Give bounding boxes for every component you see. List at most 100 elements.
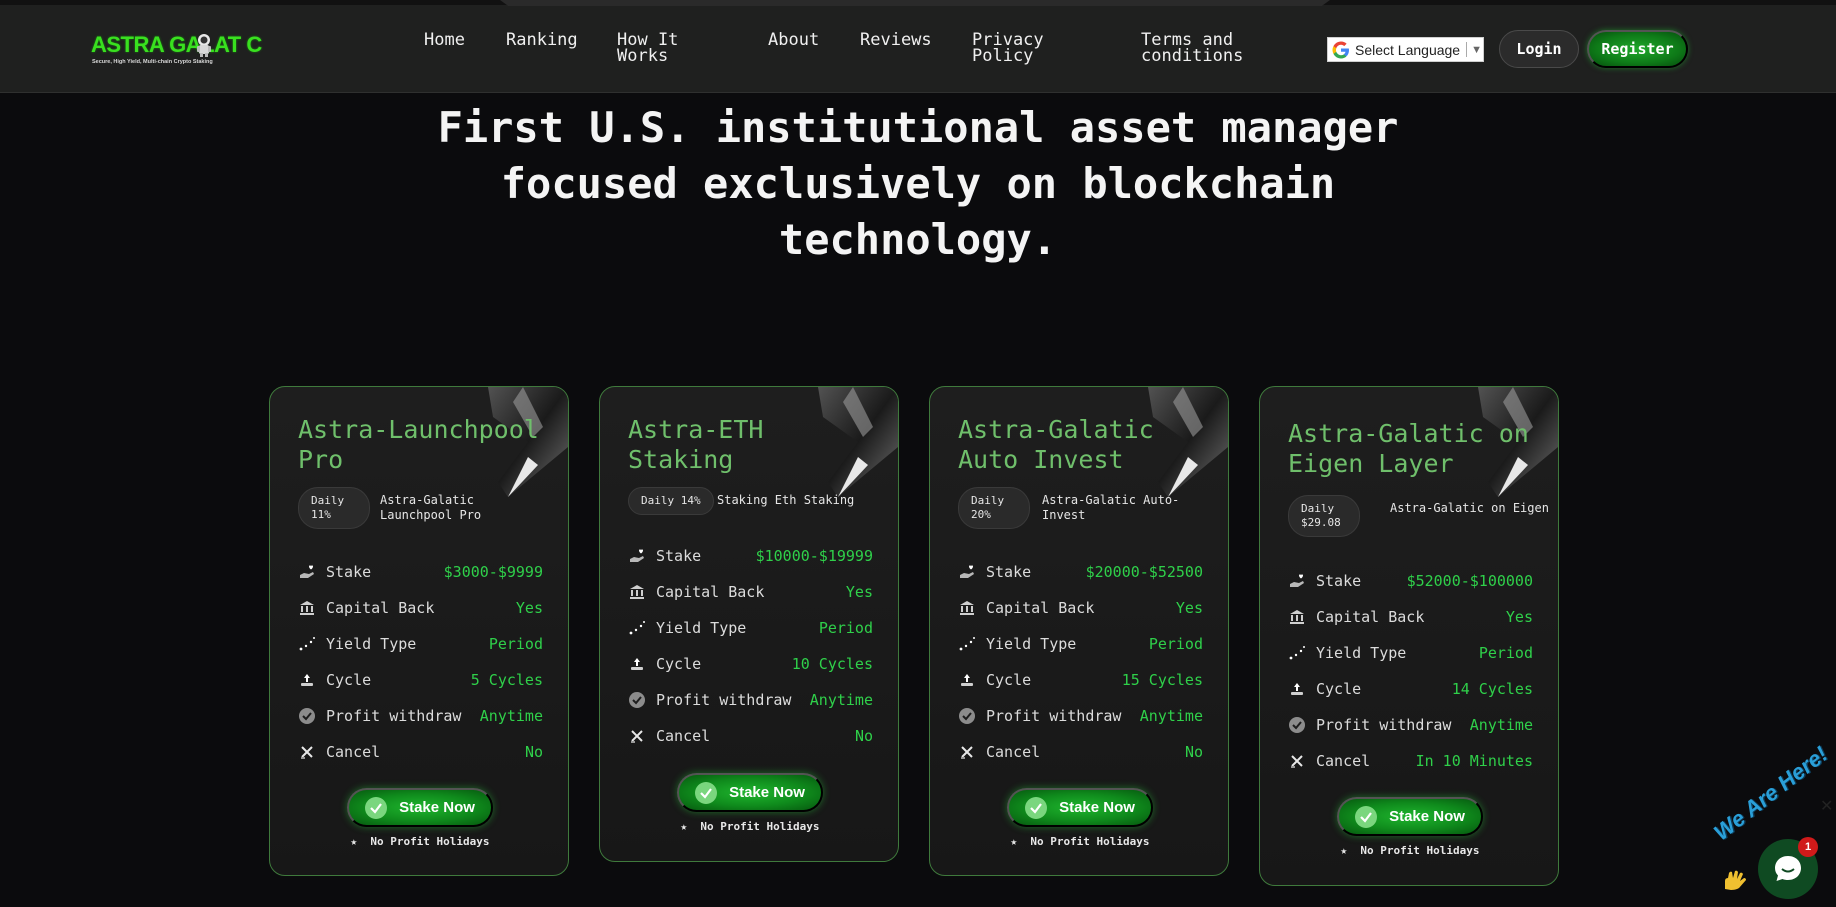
plan-detail-row: Cycle 14 Cycles — [1288, 678, 1533, 700]
hero-heading: First U.S. institutional asset manager f… — [0, 100, 1836, 268]
top-notch-decoration — [500, 0, 1330, 6]
bank-icon — [628, 583, 646, 601]
astronaut-logo-icon — [197, 34, 211, 57]
we-are-here-banner[interactable]: We Are Here! — [1709, 741, 1833, 846]
detail-value: Period — [488, 635, 543, 653]
plan-description: Astra-Galatic Launchpool Pro — [380, 493, 482, 522]
note-text: No Profit Holidays — [1030, 835, 1150, 848]
plan-detail-row: Capital Back Yes — [958, 597, 1203, 619]
star-icon: ★ — [680, 820, 688, 833]
stake-now-button[interactable]: Stake Now — [1007, 788, 1153, 827]
detail-label: Stake — [1316, 572, 1362, 590]
detail-value: 10 Cycles — [791, 655, 873, 673]
detail-label: Yield Type — [986, 635, 1077, 653]
detail-label: Cancel — [326, 743, 381, 761]
nav-home[interactable]: Home — [424, 32, 465, 49]
detail-label: Cycle — [986, 671, 1032, 689]
plan-card: Astra-ETH Staking Daily 14% Staking Eth St… — [599, 386, 899, 862]
plan-detail-row: Capital Back Yes — [298, 597, 543, 619]
stake-now-label: Stake Now — [399, 799, 475, 816]
stake-now-button[interactable]: Stake Now — [347, 788, 493, 827]
plan-detail-row: Yield Type Period — [1288, 642, 1533, 664]
stake-now-button[interactable]: Stake Now — [677, 773, 823, 812]
plan-title: Astra-Galatic Auto Invest — [958, 415, 1154, 474]
plan-detail-row: Profit withdraw Anytime — [958, 705, 1203, 727]
detail-label: Capital Back — [656, 583, 765, 601]
login-button[interactable]: Login — [1499, 30, 1579, 68]
detail-value: No — [1184, 743, 1203, 761]
logo-tagline: Secure, High Yield, Multi-chain Crypto S… — [92, 59, 213, 65]
plan-detail-row: Cancel No — [958, 741, 1203, 763]
nav-reviews[interactable]: Reviews — [860, 32, 932, 49]
plan-detail-row: Cancel In 10 Minutes — [1288, 750, 1533, 772]
detail-value: $52000-$100000 — [1406, 572, 1533, 590]
detail-value: No — [854, 727, 873, 745]
detail-value: Anytime — [809, 691, 873, 709]
plan-card: Astra-Galatic on Eigen Layer Daily $29.08… — [1259, 386, 1559, 886]
cycle-icon — [628, 655, 646, 673]
stake-now-label: Stake Now — [1389, 808, 1465, 825]
detail-label: Profit withdraw — [656, 691, 792, 709]
nav-terms-and-conditions[interactable]: Terms and conditions — [1141, 32, 1243, 65]
no-profit-holidays-note: ★ No Profit Holidays — [1260, 844, 1558, 857]
detail-value: Anytime — [1469, 716, 1533, 734]
site-logo[interactable]: ASTRA GALAT C Secure, High Yield, Multi-… — [91, 32, 262, 68]
daily-rate-badge: Daily $29.08 — [1288, 495, 1360, 537]
language-label: Select Language — [1355, 41, 1461, 58]
stake-hand-heart-icon — [958, 563, 976, 581]
daily-rate-badge: Daily 20% — [958, 487, 1030, 529]
cycle-icon — [958, 671, 976, 689]
check-circle-icon — [958, 707, 976, 725]
cancel-icon — [1288, 752, 1306, 770]
detail-label: Cycle — [656, 655, 702, 673]
plan-detail-row: Cycle 5 Cycles — [298, 669, 543, 691]
detail-label: Capital Back — [986, 599, 1095, 617]
plan-detail-row: Yield Type Period — [628, 617, 873, 639]
plan-title: Astra-Galatic on Eigen Layer — [1288, 419, 1529, 478]
google-icon — [1332, 41, 1349, 58]
plan-card: Astra-Launchpool Pro Daily 11% Astra-Galat… — [269, 386, 569, 876]
detail-value: $20000-$52500 — [1085, 563, 1203, 581]
register-button[interactable]: Register — [1587, 30, 1688, 68]
dropdown-arrow-icon: ▼ — [1471, 43, 1482, 56]
stake-now-button[interactable]: Stake Now — [1337, 797, 1483, 836]
detail-label: Cancel — [1316, 752, 1371, 770]
daily-rate-badge: Daily 11% — [298, 487, 370, 529]
logo-wordmark: ASTRA GALAT C — [91, 32, 262, 57]
chat-bubble-icon — [1775, 856, 1801, 881]
top-navigation-bar: ASTRA GALAT C Secure, High Yield, Multi-… — [0, 0, 1836, 93]
plan-title: Astra-ETH Staking — [628, 415, 764, 474]
nav-privacy-policy[interactable]: Privacy Policy — [972, 32, 1044, 65]
plan-detail-row: Profit withdraw Anytime — [628, 689, 873, 711]
plan-detail-row: Stake $3000-$9999 — [298, 561, 543, 583]
yield-dots-icon — [628, 619, 646, 637]
no-profit-holidays-note: ★ No Profit Holidays — [930, 835, 1228, 848]
language-selector[interactable]: Select Language ▼ — [1327, 37, 1484, 62]
stake-now-label: Stake Now — [1059, 799, 1135, 816]
detail-label: Capital Back — [1316, 608, 1425, 626]
note-text: No Profit Holidays — [370, 835, 490, 848]
detail-label: Yield Type — [656, 619, 747, 637]
stake-hand-heart-icon — [1288, 572, 1306, 590]
check-icon — [1025, 796, 1048, 819]
plan-detail-row: Capital Back Yes — [628, 581, 873, 603]
plan-detail-row: Cycle 10 Cycles — [628, 653, 873, 675]
plan-card: Astra-Galatic Auto Invest Daily 20% Astra-… — [929, 386, 1229, 876]
yield-dots-icon — [958, 635, 976, 653]
nav-about[interactable]: About — [768, 32, 819, 49]
plan-detail-row: Cancel No — [298, 741, 543, 763]
bank-icon — [298, 599, 316, 617]
close-icon[interactable]: ✕ — [1820, 796, 1833, 815]
plan-description: Astra-Galatic on Eigen — [1390, 501, 1549, 515]
detail-label: Stake — [326, 563, 372, 581]
detail-value: $10000-$19999 — [755, 547, 873, 565]
detail-value: Yes — [845, 583, 873, 601]
detail-label: Profit withdraw — [986, 707, 1122, 725]
no-profit-holidays-note: ★ No Profit Holidays — [600, 820, 898, 833]
detail-label: Cancel — [986, 743, 1041, 761]
detail-value: Anytime — [1139, 707, 1203, 725]
detail-label: Profit withdraw — [1316, 716, 1452, 734]
nav-ranking[interactable]: Ranking — [506, 32, 578, 49]
nav-how-it-works[interactable]: How It Works — [617, 32, 678, 65]
star-icon: ★ — [1340, 844, 1348, 857]
